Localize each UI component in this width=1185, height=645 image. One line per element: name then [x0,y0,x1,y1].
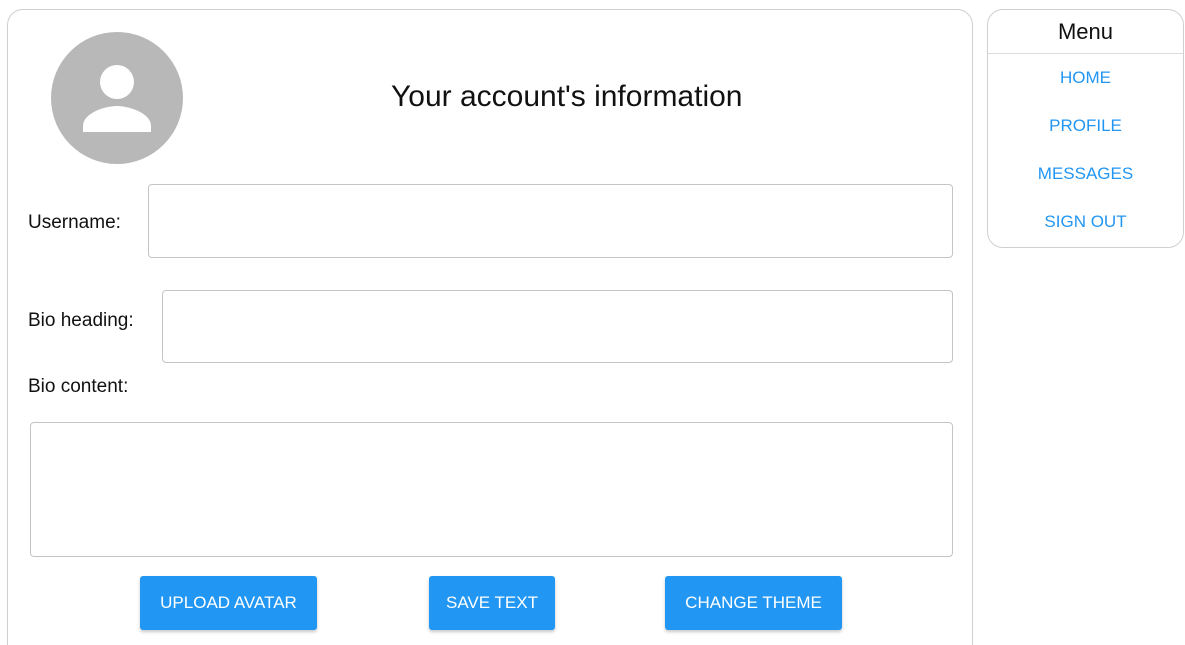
bio-heading-input[interactable] [162,290,953,363]
save-text-button[interactable]: SAVE TEXT [429,576,555,630]
menu-item-messages[interactable]: MESSAGES [988,164,1183,184]
bio-content-textarea[interactable] [30,422,953,557]
menu-item-profile[interactable]: PROFILE [988,116,1183,136]
menu-title: Menu [988,10,1183,54]
change-theme-button[interactable]: CHANGE THEME [665,576,842,630]
username-label: Username: [28,212,121,233]
person-icon [83,65,151,132]
account-card: Your account's information Username: Bio… [7,9,973,645]
menu-item-home[interactable]: HOME [988,68,1183,88]
bio-content-label: Bio content: [28,376,129,397]
username-input[interactable] [148,184,953,258]
page: Your account's information Username: Bio… [0,0,1185,645]
page-title: Your account's information [391,80,743,113]
avatar [51,32,183,164]
menu-item-sign-out[interactable]: SIGN OUT [988,212,1183,232]
bio-heading-label: Bio heading: [28,310,134,331]
upload-avatar-button[interactable]: UPLOAD AVATAR [140,576,317,630]
menu-card: Menu HOME PROFILE MESSAGES SIGN OUT [987,9,1184,248]
